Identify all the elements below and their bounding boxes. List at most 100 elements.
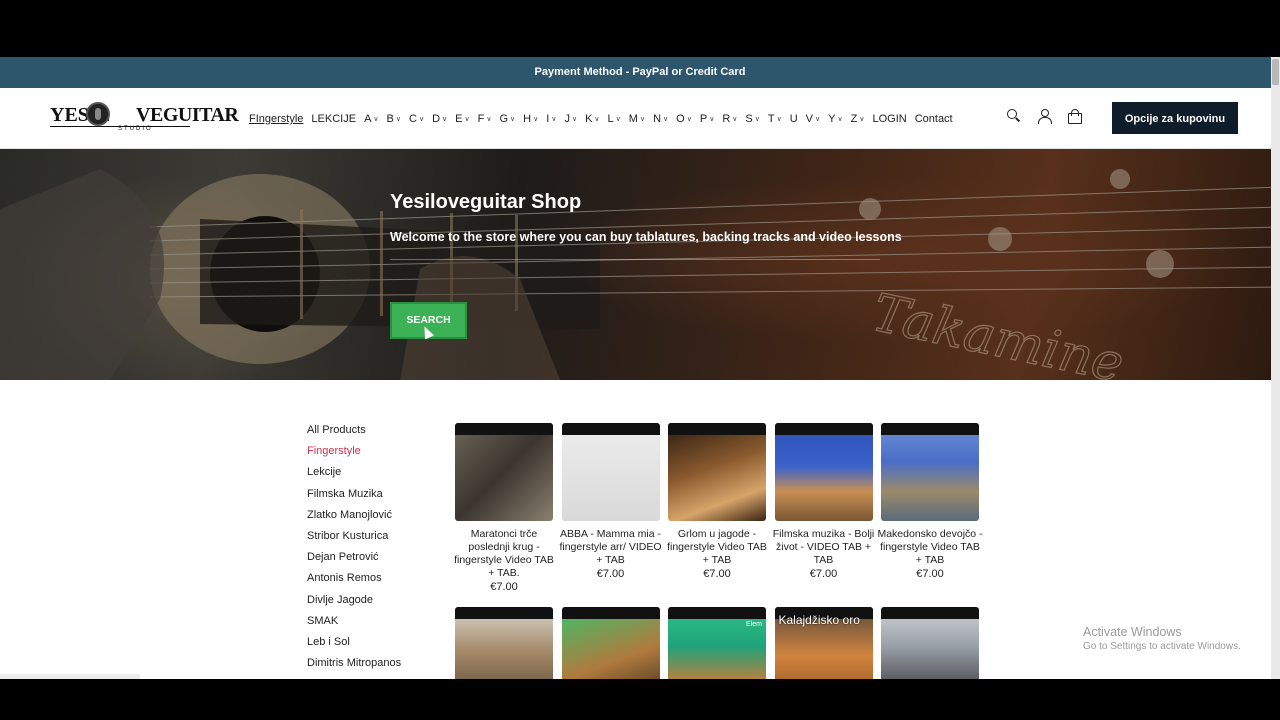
nav-item-contact[interactable]: Contact: [915, 113, 953, 125]
chevron-down-icon: ∨: [551, 116, 557, 123]
nav-item-y[interactable]: Y ∨: [828, 113, 842, 125]
nav-item-label: A: [364, 113, 372, 125]
product-price: €7.00: [809, 568, 838, 580]
hero-dim-overlay: [0, 149, 1280, 380]
chevron-down-icon: ∨: [859, 116, 865, 123]
product-thumbnail[interactable]: Kalajdžisko oro: [774, 607, 873, 679]
category-link[interactable]: Dejan Petrović: [307, 550, 447, 571]
nav-item-label: L: [607, 113, 614, 125]
category-link[interactable]: Leb i Sol: [307, 635, 447, 656]
product-title[interactable]: ABBA - Mamma mia - fingerstyle arr/ VIDE…: [558, 528, 664, 567]
horizontal-scrollbar[interactable]: [0, 674, 140, 679]
product-thumbnail[interactable]: [774, 423, 873, 521]
product-price: €7.00: [490, 581, 518, 593]
header-icons: [1006, 108, 1082, 124]
nav-item-label: Z: [850, 113, 858, 125]
nav-item-g[interactable]: G ∨: [499, 113, 515, 125]
category-link[interactable]: All Products: [307, 423, 447, 444]
category-link[interactable]: Antonis Remos: [307, 571, 447, 592]
category-link[interactable]: Zlatko Manojlović: [307, 508, 447, 529]
nav-item-label: J: [564, 113, 570, 125]
nav-item-label: B: [386, 113, 394, 125]
thumbnail-letterbox: [774, 423, 873, 435]
product-thumbnail[interactable]: [561, 607, 660, 679]
nav-item-l[interactable]: L ∨: [608, 113, 621, 125]
nav-item-s[interactable]: S ∨: [745, 113, 759, 125]
chevron-down-icon: ∨: [373, 116, 379, 123]
search-icon[interactable]: [1006, 108, 1022, 124]
nav-item-a[interactable]: A ∨: [364, 113, 378, 125]
category-sidebar: All Products Fingerstyle Lekcije Filmska Mu…: [307, 423, 447, 677]
chevron-down-icon: ∨: [395, 116, 401, 123]
chevron-down-icon: ∨: [486, 116, 492, 123]
main-navigation: FIngerstyle LEKCIJE A ∨ B ∨ C ∨ D ∨ E ∨ F ∨ G ∨ H ∨ I ∨ J ∨ K ∨…: [249, 111, 961, 127]
watermark-line-2: Go to Settings to activate Windows.: [1083, 641, 1241, 652]
scrollbar-thumb[interactable]: [1272, 59, 1279, 85]
product-thumbnail[interactable]: [561, 423, 660, 521]
product-thumbnail[interactable]: [668, 423, 766, 521]
nav-item-f[interactable]: F ∨: [478, 113, 492, 125]
vertical-scrollbar[interactable]: [1271, 57, 1280, 679]
hero-subtitle: Welcome to the store where you can buy t…: [390, 230, 902, 244]
nav-item-d[interactable]: D ∨: [432, 113, 447, 125]
product-thumbnail[interactable]: [881, 607, 979, 679]
thumbnail-letterbox: [881, 423, 979, 435]
chevron-down-icon: ∨: [464, 116, 470, 123]
nav-item-k[interactable]: K ∨: [585, 113, 599, 125]
chevron-down-icon: ∨: [594, 116, 600, 123]
cart-icon[interactable]: [1066, 108, 1082, 124]
category-link[interactable]: Filmska Muzika: [307, 487, 447, 508]
nav-item-m[interactable]: M ∨: [629, 113, 645, 125]
nav-item-v[interactable]: V ∨: [806, 113, 820, 125]
nav-item-label: Contact: [914, 113, 953, 125]
nav-item-label: Y: [828, 113, 836, 125]
category-link[interactable]: Fingerstyle: [307, 444, 447, 465]
nav-item-label: N: [653, 113, 662, 125]
product-title[interactable]: Grlom u jagode - fingerstyle Video TAB +…: [664, 528, 770, 567]
chevron-down-icon: ∨: [776, 116, 782, 123]
product-price: €7.00: [916, 568, 944, 580]
nav-item-label: S: [745, 113, 753, 125]
nav-item-c[interactable]: C ∨: [409, 113, 424, 125]
nav-item-i[interactable]: I ∨: [546, 113, 556, 125]
nav-item-z[interactable]: Z ∨: [851, 113, 865, 125]
nav-item-b[interactable]: B ∨: [387, 113, 401, 125]
thumbnail-letterbox: [561, 607, 660, 619]
product-thumbnail[interactable]: Elem: [668, 607, 766, 679]
purchase-options-button[interactable]: Opcije za kupovinu: [1112, 102, 1238, 134]
product-title[interactable]: Maratonci trče poslednji krug - fingerst…: [451, 528, 557, 580]
nav-item-e[interactable]: E ∨: [455, 113, 469, 125]
chevron-down-icon: ∨: [709, 116, 715, 123]
category-link[interactable]: SMAK: [307, 614, 447, 635]
category-link[interactable]: Divlje Jagode: [307, 593, 447, 614]
thumbnail-overlay-text: Elem: [746, 621, 762, 628]
product-title[interactable]: Filmska muzika - Bolji život - VIDEO TAB…: [771, 528, 877, 567]
product-thumbnail[interactable]: [881, 423, 979, 521]
category-link[interactable]: Dimitris Mitropanos: [307, 656, 447, 677]
product-title[interactable]: Makedonsko devojčo - fingerstyle Video T…: [877, 528, 983, 567]
nav-item-lekcije[interactable]: LEKCIJE: [311, 113, 356, 125]
announcement-bar: Payment Method - PayPal or Credit Card: [0, 57, 1280, 88]
category-link[interactable]: Lekcije: [307, 465, 447, 486]
nav-item-t[interactable]: T ∨: [768, 113, 782, 125]
nav-item-j[interactable]: J ∨: [564, 113, 577, 125]
chevron-down-icon: ∨: [418, 116, 425, 123]
nav-item-fingerstyle[interactable]: FIngerstyle: [249, 113, 303, 125]
nav-item-label: LEKCIJE: [311, 113, 357, 125]
chevron-down-icon: ∨: [571, 116, 578, 123]
nav-item-u[interactable]: U: [790, 113, 798, 125]
nav-item-r[interactable]: R ∨: [722, 113, 737, 125]
product-thumbnail[interactable]: [455, 607, 553, 679]
nav-item-p[interactable]: P ∨: [700, 113, 714, 125]
nav-item-h[interactable]: H ∨: [523, 113, 538, 125]
site-logo[interactable]: YESIL VEGUITAR STUDIO: [50, 102, 239, 132]
logo-wordmark: YESIL VEGUITAR: [50, 104, 239, 126]
product-thumbnail[interactable]: [455, 423, 553, 521]
screen-frame: Payment Method - PayPal or Credit Card Y…: [0, 0, 1280, 720]
account-icon[interactable]: [1036, 108, 1052, 124]
nav-item-n[interactable]: N ∨: [653, 113, 668, 125]
nav-item-login[interactable]: LOGIN: [872, 113, 906, 125]
category-link[interactable]: Stribor Kusturica: [307, 529, 447, 550]
thumbnail-letterbox: [881, 607, 979, 619]
nav-item-o[interactable]: O ∨: [676, 113, 692, 125]
